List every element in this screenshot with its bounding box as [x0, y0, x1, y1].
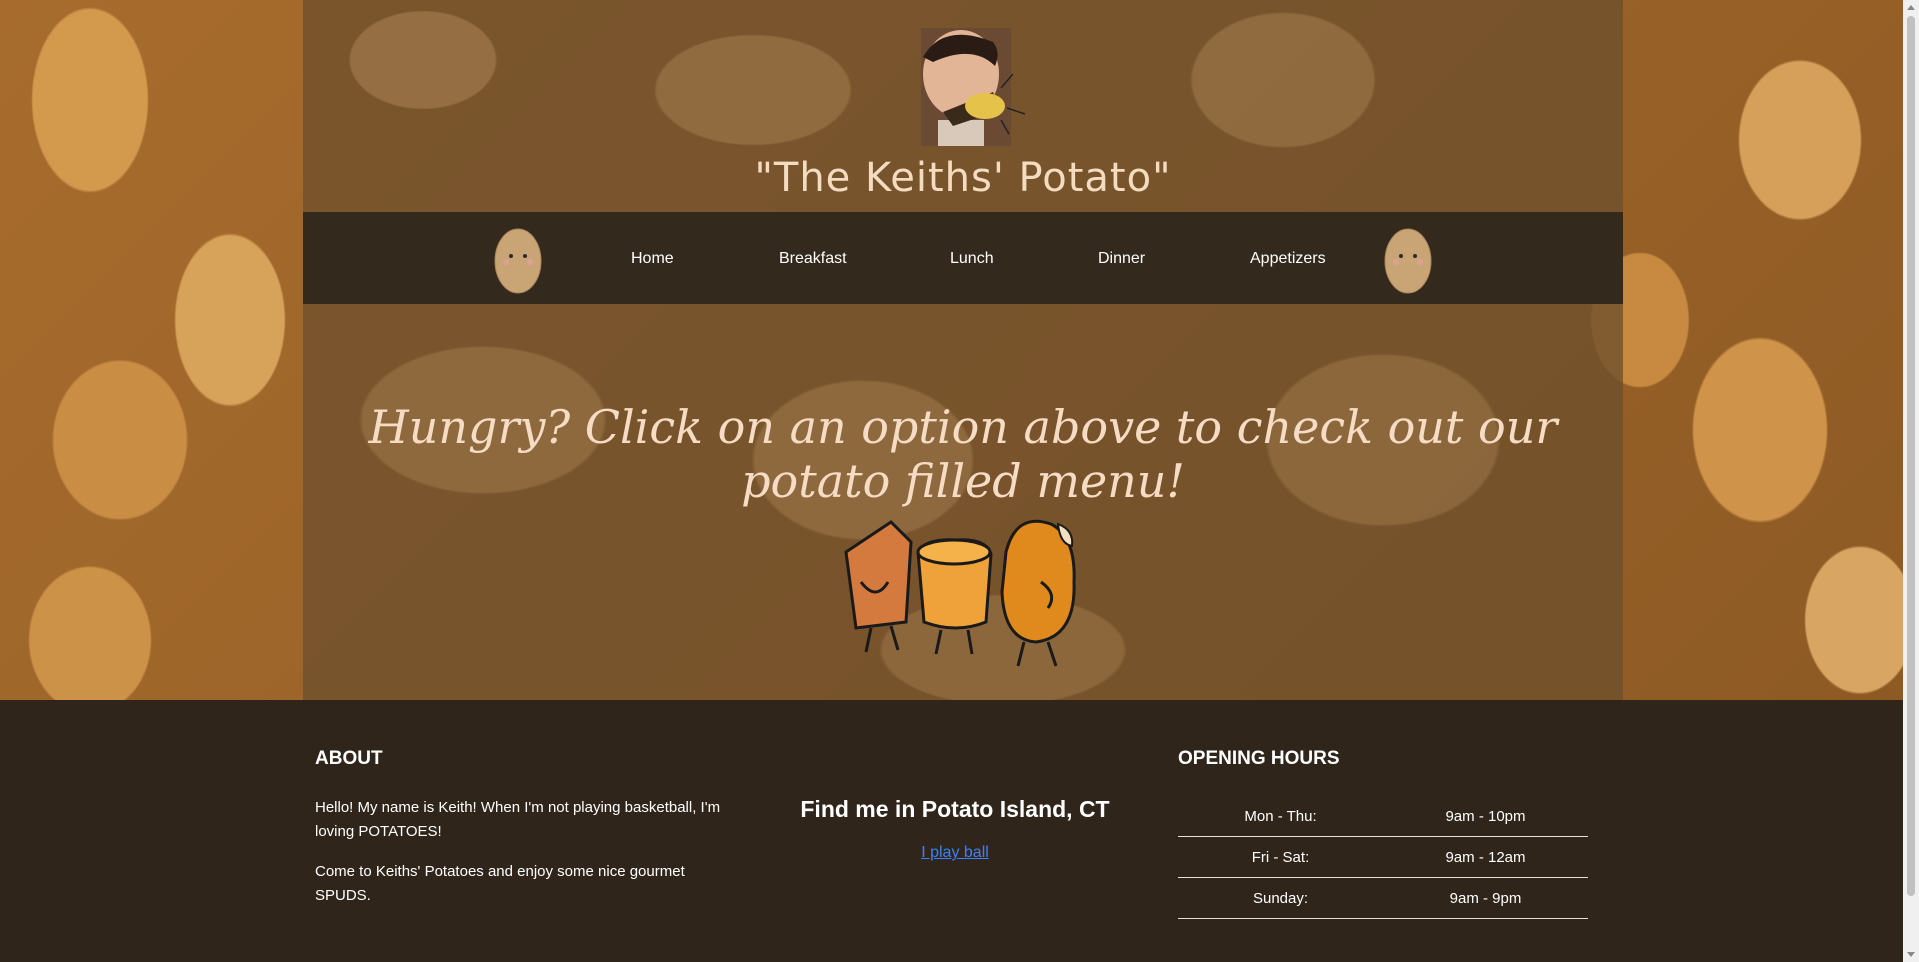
nav-appetizers[interactable]: Appetizers [1250, 250, 1326, 268]
nav-home[interactable]: Home [631, 250, 674, 268]
hours-days: Mon - Thu: [1244, 807, 1317, 825]
hours-days: Sunday: [1252, 889, 1309, 907]
hours-table: Mon - Thu: 9am - 10pm Fri - Sat: 9am - 1… [1178, 796, 1588, 919]
hours-time: 9am - 9pm [1449, 889, 1522, 907]
about-paragraph: Come to Keiths' Potatoes and enjoy some … [315, 863, 685, 904]
hours-row: Sunday: 9am - 9pm [1178, 878, 1588, 919]
nav-dinner[interactable]: Dinner [1098, 250, 1145, 268]
vertical-scrollbar[interactable] [1903, 0, 1919, 962]
scrollbar-thumb[interactable] [1907, 16, 1915, 896]
hours-time: 9am - 12am [1445, 848, 1526, 866]
about-heading: ABOUT [315, 748, 383, 769]
footer: ABOUT Hello! My name is Keith! When I'm … [0, 700, 1903, 962]
main-nav: Home Breakfast Lunch Dinner Appetizers [303, 212, 1623, 304]
hero-tagline: Hungry? Click on an option above to chec… [368, 400, 1558, 508]
hours-heading: OPENING HOURS [1178, 748, 1340, 769]
about-paragraph: Hello! My name is Keith! When I'm not pl… [315, 799, 721, 840]
hero-section: "The Keiths' Potato" Home Breakfast Lunc… [303, 0, 1623, 700]
hours-row: Mon - Thu: 9am - 10pm [1178, 796, 1588, 837]
nav-breakfast[interactable]: Breakfast [779, 250, 847, 268]
hours-days: Fri - Sat: [1251, 848, 1310, 866]
scroll-up-arrow-icon[interactable] [1907, 5, 1915, 10]
potato-mascot-icon [1384, 228, 1432, 294]
nav-lunch[interactable]: Lunch [950, 250, 994, 268]
potato-mascot-icon [494, 228, 542, 294]
site-title: "The Keiths' Potato" [754, 155, 1172, 201]
play-ball-link[interactable]: I play ball [745, 844, 1165, 862]
scroll-down-arrow-icon[interactable] [1907, 952, 1915, 957]
hours-row: Fri - Sat: 9am - 12am [1178, 837, 1588, 878]
potato-friends-illustration [844, 519, 1076, 667]
hours-time: 9am - 10pm [1445, 807, 1526, 825]
location-heading: Find me in Potato Island, CT [800, 796, 1110, 822]
keith-potato-logo [921, 28, 1026, 146]
